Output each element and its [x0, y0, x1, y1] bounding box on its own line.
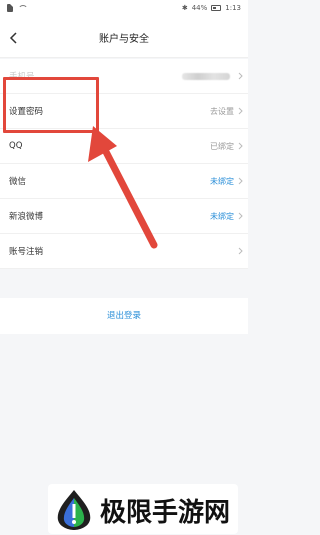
logout-button[interactable]: 退出登录	[0, 309, 248, 321]
annotation-highlight-box	[3, 77, 99, 133]
chevron-right-icon	[238, 107, 243, 115]
status-right: ✱ 44% 1:13	[182, 4, 241, 12]
row-value-wechat: 未绑定	[210, 176, 234, 186]
chevron-right-icon	[238, 142, 243, 150]
row-label-qq: QQ	[9, 141, 23, 151]
battery-icon	[211, 5, 222, 11]
settings-row-deactivate[interactable]: 账号注销	[0, 234, 248, 269]
sim-card-icon	[7, 4, 13, 12]
watermark-text: 极限手游网	[100, 498, 231, 528]
nav-header: 账户与安全	[0, 18, 248, 58]
row-label-wechat: 微信	[9, 177, 27, 187]
chevron-right-icon	[238, 177, 243, 185]
watermark-banner: 极限手游网	[48, 484, 238, 534]
settings-row-weibo[interactable]: 新浪微博 未绑定	[0, 199, 248, 234]
page-title: 账户与安全	[99, 34, 149, 45]
bluetooth-icon: ✱	[181, 4, 188, 12]
settings-row-wechat[interactable]: 微信 未绑定	[0, 164, 248, 199]
row-value-password: 去设置	[210, 106, 234, 116]
settings-row-qq[interactable]: QQ 已绑定	[0, 129, 248, 164]
battery-percent: 44%	[191, 4, 208, 12]
chevron-right-icon	[238, 212, 243, 220]
chevron-right-icon	[238, 72, 243, 80]
row-label-deactivate: 账号注销	[9, 247, 44, 257]
status-bar: ✱ 44% 1:13	[0, 0, 248, 18]
status-left	[7, 4, 28, 12]
chevron-right-icon	[238, 247, 243, 255]
row-value-weibo: 未绑定	[210, 211, 234, 221]
phone-number-redacted	[182, 73, 230, 80]
row-label-weibo: 新浪微博	[9, 212, 44, 222]
wifi-icon	[17, 4, 28, 12]
row-value-qq: 已绑定	[210, 141, 234, 151]
logout-section: 退出登录	[0, 298, 248, 334]
watermark-logo-icon	[57, 490, 91, 530]
status-time: 1:13	[225, 4, 241, 12]
